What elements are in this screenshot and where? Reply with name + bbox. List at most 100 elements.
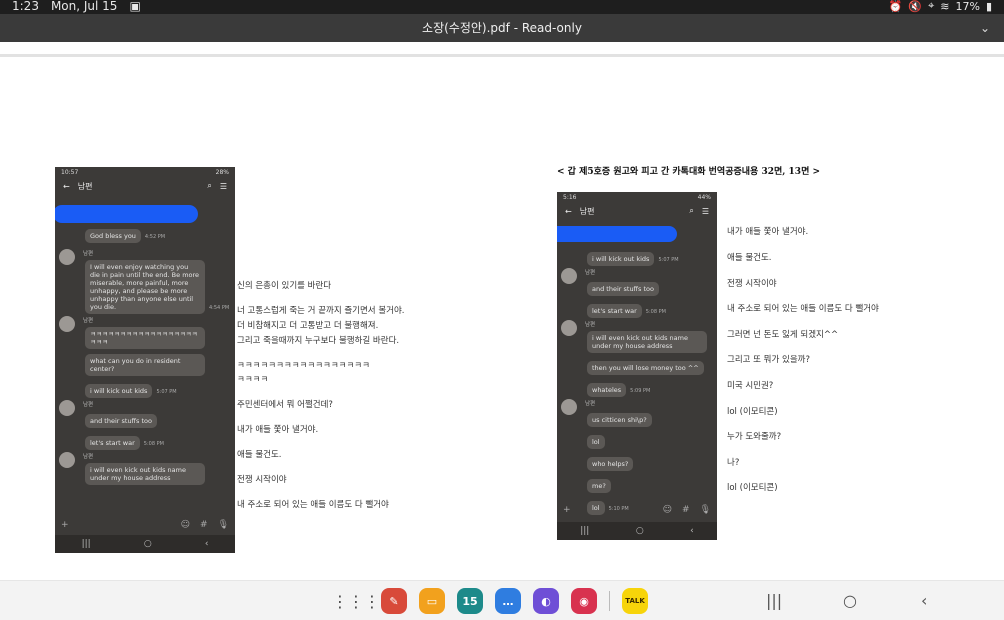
translation-line: 내가 애들 쫓아 낼거야. — [727, 227, 809, 237]
gallery-notification-icon: ▣ — [129, 0, 141, 13]
messages-app-icon[interactable]: … — [495, 588, 521, 614]
translation-line: 애들 물건도. — [727, 253, 772, 263]
dock-separator — [609, 591, 610, 611]
translation-line: ㅋㅋㅋㅋㅋㅋㅋㅋㅋㅋㅋㅋㅋㅋㅋㅋㅋ — [237, 361, 370, 371]
mute-icon: 🔇 — [908, 0, 923, 13]
translation-line: lol (이모티콘) — [727, 407, 778, 417]
search-icon: ⌕ — [689, 206, 694, 215]
menu-icon: ☰ — [701, 206, 709, 216]
translation-line: 그리고 죽을때까지 누구보다 불행하길 바란다. — [237, 336, 400, 346]
phone-nav-bar: ||| ○ ‹ — [557, 522, 717, 540]
menu-icon: ☰ — [219, 181, 227, 191]
chat-bubble: and their stuffs too — [587, 282, 659, 296]
chat-input-bar: + ☺ # 🎙 — [557, 502, 717, 518]
chat-screenshot-left: 10:57 28% ← 남편 ⌕ ☰ God bless you 4:52 PM … — [55, 167, 235, 553]
taskbar: ⋮⋮⋮ ✎ ▭ 15 … ◐ ◉ TALK ||| ○ ‹ — [0, 580, 1004, 620]
chat-bubble: who helps? — [587, 457, 634, 471]
location-icon: ⌖ — [928, 0, 935, 12]
translation-line: ㅋㅋㅋㅋ — [237, 375, 269, 385]
mic-icon: 🎙 — [217, 520, 229, 530]
chat-bubble: i will even kick out kids name under my … — [85, 463, 205, 485]
chat-bubble: lol — [587, 435, 605, 449]
hash-icon: # — [200, 520, 208, 530]
avatar — [561, 320, 577, 336]
chat-bubble: let's start war — [587, 304, 642, 318]
chat-input-bar: + ☺ # 🎙 — [55, 517, 235, 533]
translation-line: 그리고 또 뭐가 있을까? — [727, 355, 810, 365]
mic-icon: 🎙 — [699, 505, 711, 515]
translation-line: 미국 시민권? — [727, 381, 774, 391]
chat-bubble: God bless you — [85, 229, 141, 243]
chat-screenshot-right: 5:16 44% ← 남편 ⌕ ☰ i will kick out kids 5:… — [557, 192, 717, 540]
document-title-bar[interactable]: 소장(수정안).pdf - Read-only ⌄ — [0, 14, 1004, 42]
avatar — [59, 316, 75, 332]
back-button[interactable]: ‹ — [921, 591, 927, 610]
chevron-down-icon[interactable]: ⌄ — [980, 14, 990, 42]
translation-line: 더 비참해지고 더 고통받고 더 불행해져. — [237, 321, 379, 331]
evidence-caption: < 갑 제5호증 원고와 피고 간 카톡대화 번역공증내용 32면, 13면 > — [557, 167, 821, 177]
chat-header: ← 남편 ⌕ ☰ — [55, 177, 235, 195]
chat-bubble: I will even enjoy watching you die in pa… — [85, 260, 205, 314]
gallery-app-icon[interactable]: ◉ — [571, 588, 597, 614]
recent-apps-button[interactable]: ||| — [766, 591, 782, 610]
chat-bubble: ㅋㅋㅋㅋㅋㅋㅋㅋㅋㅋㅋㅋㅋㅋㅋㅋㅋㅋㅋㅋㅋ — [85, 327, 205, 349]
chat-bubble: us citticen shi\p? — [587, 413, 652, 427]
translation-line: 너 고통스럽게 죽는 거 끝까지 즐기면서 볼거야. — [237, 306, 405, 316]
chat-bubble: me? — [587, 479, 611, 493]
chat-bubble: let's start war — [85, 436, 140, 450]
wifi-icon: ≋ — [940, 0, 950, 13]
translation-line: 나? — [727, 458, 740, 468]
chat-bubble: i will even kick out kids name under my … — [587, 331, 707, 353]
battery-icon: ▮ — [985, 0, 992, 13]
chat-contact-name: 남편 — [579, 206, 595, 216]
home-icon: ○ — [143, 539, 152, 549]
avatar — [561, 399, 577, 415]
chat-bubble: then you will lose money too ^^ — [587, 361, 704, 375]
notes-app-icon[interactable]: ✎ — [381, 588, 407, 614]
home-icon: ○ — [635, 526, 644, 536]
avatar — [59, 452, 75, 468]
files-app-icon[interactable]: ▭ — [419, 588, 445, 614]
avatar — [59, 400, 75, 416]
phone-nav-bar: ||| ○ ‹ — [55, 535, 235, 553]
chat-bubble: i will kick out kids — [85, 384, 153, 398]
status-bar: 1:23 Mon, Jul 15 ▣ ⏰ 🔇 ⌖ ≋ 17% ▮ — [0, 0, 1004, 14]
emoji-icon: ☺ — [180, 520, 191, 530]
chat-bubble: i will kick out kids — [587, 252, 655, 266]
translation-line: 애들 물건도. — [237, 450, 282, 460]
app-drawer-icon[interactable]: ⋮⋮⋮ — [332, 588, 380, 614]
redaction-mark — [55, 205, 198, 223]
kakaotalk-app-icon[interactable]: TALK — [622, 588, 648, 614]
internet-app-icon[interactable]: ◐ — [533, 588, 559, 614]
avatar — [59, 249, 75, 265]
status-time: 1:23 — [12, 0, 39, 13]
translation-line: 신의 은총이 있기를 바란다 — [237, 281, 332, 291]
status-date: Mon, Jul 15 — [50, 0, 118, 13]
translation-line: 전쟁 시작이야 — [727, 279, 777, 289]
back-icon: ‹ — [204, 539, 209, 549]
chat-contact-name: 남편 — [77, 181, 93, 191]
plus-icon: + — [563, 505, 571, 515]
phone-status-bar: 10:57 28% — [61, 169, 229, 176]
translation-line: 주민센터에서 뭐 어쩔건데? — [237, 400, 333, 410]
translation-line: 내 주소로 되어 있는 애들 이름도 다 뺄거야 — [237, 500, 389, 510]
chat-bubble: whateles — [587, 383, 627, 397]
recent-apps-icon: ||| — [81, 539, 91, 549]
chat-bubble: and their stuffs too — [85, 414, 157, 428]
translation-line: 누가 도와줄까? — [727, 432, 782, 442]
emoji-icon: ☺ — [662, 505, 673, 515]
back-arrow-icon: ← — [63, 181, 70, 191]
alarm-icon: ⏰ — [888, 0, 903, 13]
search-icon: ⌕ — [207, 181, 212, 190]
pdf-page: 10:57 28% ← 남편 ⌕ ☰ God bless you 4:52 PM … — [0, 57, 1004, 577]
phone-status-bar: 5:16 44% — [563, 194, 711, 201]
home-button[interactable]: ○ — [843, 591, 857, 610]
redaction-mark — [557, 226, 677, 242]
back-icon: ‹ — [690, 526, 694, 536]
translation-line: 내 주소로 되어 있는 애들 이름도 다 뺄거야 — [727, 304, 879, 314]
calendar-app-icon[interactable]: 15 — [457, 588, 483, 614]
avatar — [561, 268, 577, 284]
document-title: 소장(수정안).pdf - Read-only — [422, 21, 582, 35]
chat-bubble: what can you do in resident center? — [85, 354, 205, 376]
battery-percent: 17% — [955, 0, 980, 13]
